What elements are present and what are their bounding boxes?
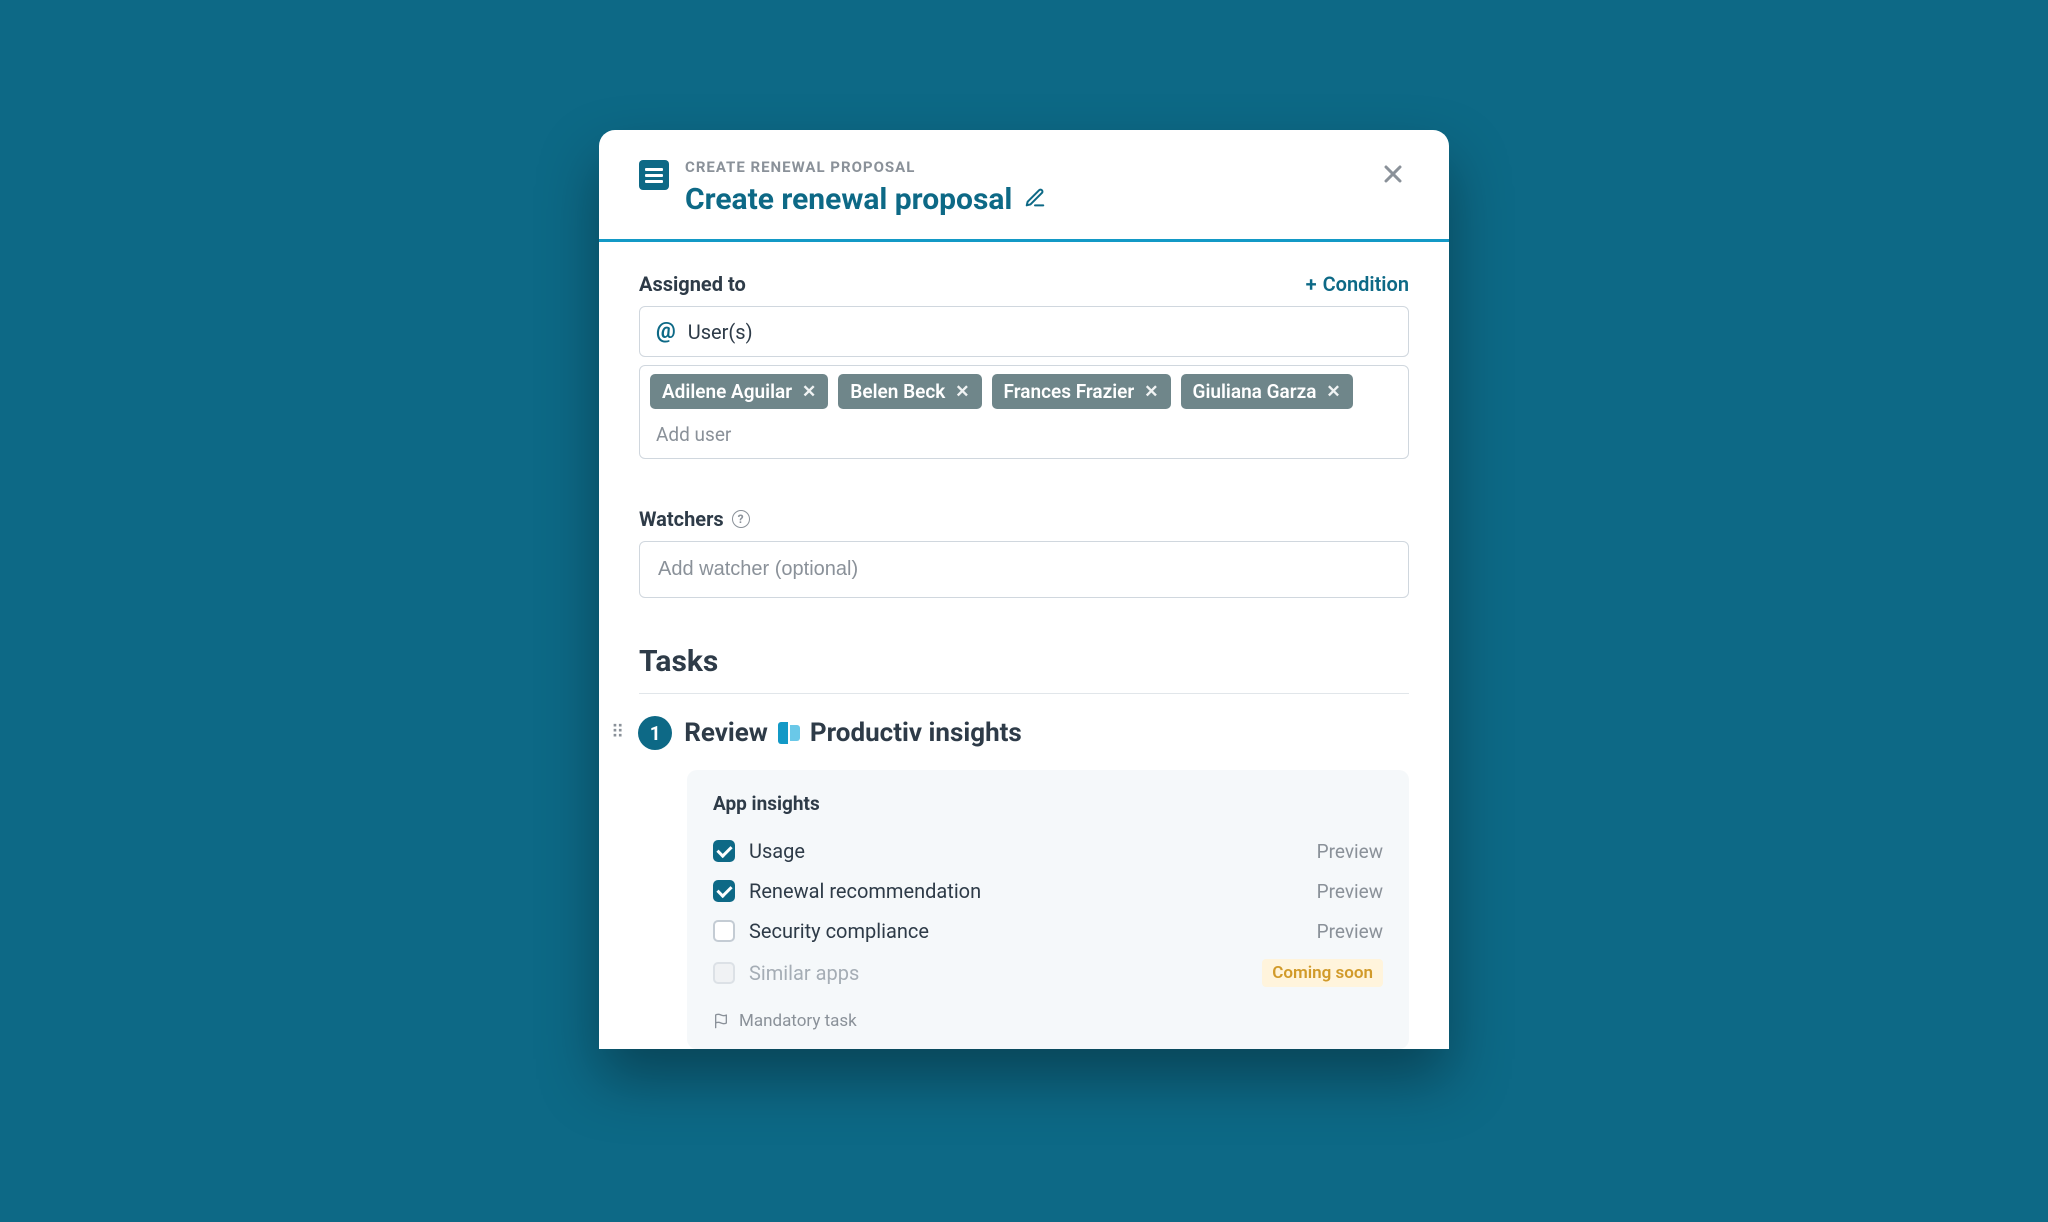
dialog-eyebrow: CREATE RENEWAL PROPOSAL (685, 158, 1377, 176)
dialog-header: CREATE RENEWAL PROPOSAL Create renewal p… (599, 130, 1449, 242)
preview-link[interactable]: Preview (1317, 920, 1383, 943)
app-insights-title: App insights (713, 792, 1383, 815)
insight-label: Similar apps (749, 961, 859, 985)
mandatory-task-row[interactable]: Mandatory task (713, 1011, 1383, 1031)
watchers-section: Watchers ? (639, 507, 1409, 598)
watchers-label: Watchers ? (639, 507, 1409, 531)
insight-row-renewal: Renewal recommendation Preview (713, 871, 1383, 911)
mandatory-task-label: Mandatory task (739, 1011, 857, 1031)
plus-icon: + (1306, 272, 1317, 296)
watchers-input[interactable] (639, 541, 1409, 598)
flag-icon (713, 1013, 729, 1029)
at-icon: @ (656, 319, 676, 344)
user-chip[interactable]: Belen Beck ✕ (838, 374, 981, 409)
task-number-badge: 1 (638, 716, 672, 750)
assignee-type-value: User(s) (688, 320, 753, 344)
similar-apps-checkbox (713, 962, 735, 984)
task-title-prefix: Review (684, 718, 768, 748)
insight-row-security: Security compliance Preview (713, 911, 1383, 951)
insight-row-usage: Usage Preview (713, 831, 1383, 871)
user-chip-label: Frances Frazier (1004, 380, 1135, 403)
tasks-heading: Tasks (639, 644, 1409, 694)
dialog-title: Create renewal proposal (685, 182, 1377, 217)
task-title: Review Productiv insights (684, 718, 1022, 748)
app-insights-card: App insights Usage Preview Renewal recom… (687, 770, 1409, 1049)
add-condition-button[interactable]: + Condition (1306, 272, 1409, 296)
insight-label: Usage (749, 839, 805, 863)
create-renewal-dialog: CREATE RENEWAL PROPOSAL Create renewal p… (599, 130, 1449, 1049)
drag-handle-icon[interactable]: ⠿ (611, 726, 626, 740)
usage-checkbox[interactable] (713, 840, 735, 862)
document-icon (639, 160, 669, 190)
user-chip[interactable]: Giuliana Garza ✕ (1181, 374, 1353, 409)
insight-label: Renewal recommendation (749, 879, 981, 903)
remove-chip-icon[interactable]: ✕ (1326, 382, 1340, 402)
user-chip[interactable]: Frances Frazier ✕ (992, 374, 1171, 409)
watchers-label-text: Watchers (639, 507, 724, 531)
remove-chip-icon[interactable]: ✕ (802, 382, 816, 402)
task-item: ⠿ 1 Review Productiv insights (611, 716, 1409, 750)
coming-soon-badge: Coming soon (1262, 959, 1383, 987)
assignee-type-select[interactable]: @ User(s) (639, 306, 1409, 357)
condition-label: Condition (1323, 272, 1409, 296)
edit-icon[interactable] (1024, 182, 1046, 217)
help-icon[interactable]: ? (732, 510, 750, 528)
user-chip[interactable]: Adilene Aguilar ✕ (650, 374, 828, 409)
task-title-suffix: Productiv insights (810, 718, 1022, 748)
security-checkbox[interactable] (713, 920, 735, 942)
productiv-icon (778, 722, 800, 744)
preview-link[interactable]: Preview (1317, 880, 1383, 903)
dialog-body: Assigned to + Condition @ User(s) Adilen… (599, 242, 1449, 1049)
insight-label: Security compliance (749, 919, 929, 943)
assigned-label: Assigned to (639, 272, 746, 296)
user-chip-label: Adilene Aguilar (662, 380, 792, 403)
remove-chip-icon[interactable]: ✕ (1144, 382, 1158, 402)
assigned-users-box[interactable]: Adilene Aguilar ✕ Belen Beck ✕ Frances F… (639, 365, 1409, 459)
add-user-placeholder[interactable]: Add user (650, 419, 737, 450)
insight-row-similar: Similar apps Coming soon (713, 951, 1383, 995)
dialog-title-text: Create renewal proposal (685, 182, 1012, 217)
user-chip-label: Giuliana Garza (1193, 380, 1317, 403)
assigned-header-row: Assigned to + Condition (639, 272, 1409, 296)
remove-chip-icon[interactable]: ✕ (955, 382, 969, 402)
preview-link[interactable]: Preview (1317, 840, 1383, 863)
renewal-checkbox[interactable] (713, 880, 735, 902)
user-chip-label: Belen Beck (850, 380, 945, 403)
close-button[interactable] (1377, 158, 1409, 195)
